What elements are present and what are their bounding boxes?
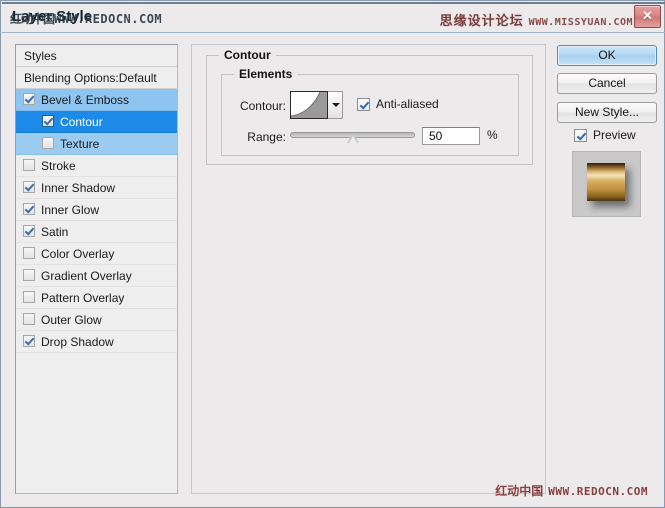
- style-row-bevel-emboss[interactable]: Bevel & Emboss: [16, 89, 177, 111]
- contour-dropdown-arrow[interactable]: [328, 91, 343, 119]
- style-checkbox[interactable]: [23, 225, 35, 237]
- contour-field-label: Contour:: [239, 99, 286, 113]
- style-checkbox[interactable]: [23, 291, 35, 303]
- style-row-label: Satin: [41, 225, 69, 239]
- style-row-label: Contour: [60, 115, 103, 129]
- style-row-label: Pattern Overlay: [41, 291, 125, 305]
- style-row-inner-glow[interactable]: Inner Glow: [16, 199, 177, 221]
- range-unit-label: %: [487, 128, 498, 142]
- contour-curve-icon: [291, 92, 327, 118]
- title-bar: Layer Style 红动中国WWW.REDOCN.COM 思缘设计论坛 WWW…: [2, 2, 665, 33]
- styles-panel-header: Styles: [16, 45, 177, 67]
- style-row-label: Outer Glow: [41, 313, 102, 327]
- style-checkbox[interactable]: [23, 335, 35, 347]
- range-field-label: Range:: [247, 130, 286, 144]
- style-checkbox[interactable]: [23, 247, 35, 259]
- watermark-title-left: 红动中国WWW.REDOCN.COM: [10, 10, 162, 27]
- style-row-gradient-overlay[interactable]: Gradient Overlay: [16, 265, 177, 287]
- contour-preset-swatch[interactable]: [290, 91, 328, 119]
- style-row-color-overlay[interactable]: Color Overlay: [16, 243, 177, 265]
- style-row-label: Gradient Overlay: [41, 269, 132, 283]
- slider-thumb-highlight-icon: [348, 136, 357, 143]
- close-icon: ✕: [642, 8, 653, 23]
- style-row-label: Drop Shadow: [41, 335, 114, 349]
- style-row-label: Stroke: [41, 159, 76, 173]
- range-value-input[interactable]: 50: [422, 127, 480, 145]
- cancel-button[interactable]: Cancel: [557, 73, 657, 94]
- style-preview-swatch: [587, 163, 625, 201]
- elements-group-title: Elements: [234, 67, 298, 81]
- watermark-bottom-en: WWW.REDOCN.COM: [548, 485, 648, 498]
- anti-aliased-label: Anti-aliased: [376, 97, 439, 111]
- watermark-title-right-en: WWW.MISSYUAN.COM: [528, 17, 633, 28]
- style-checkbox[interactable]: [42, 137, 54, 149]
- style-checkbox[interactable]: [23, 181, 35, 193]
- style-row-label: Color Overlay: [41, 247, 115, 261]
- style-row-label: Bevel & Emboss: [41, 93, 130, 107]
- watermark-bottom: 红动中国 WWW.REDOCN.COM: [495, 482, 648, 499]
- range-slider-thumb[interactable]: [346, 132, 360, 144]
- style-checkbox[interactable]: [23, 159, 35, 171]
- style-checkbox[interactable]: [42, 115, 54, 127]
- style-checkbox[interactable]: [23, 93, 35, 105]
- watermark-title-right-cn: 思缘设计论坛: [439, 14, 524, 29]
- style-row-inner-shadow[interactable]: Inner Shadow: [16, 177, 177, 199]
- style-checkbox[interactable]: [23, 313, 35, 325]
- watermark-title-left-en: WWW.REDOCN.COM: [54, 12, 163, 26]
- new-style-button[interactable]: New Style...: [557, 102, 657, 123]
- anti-aliased-checkbox-box[interactable]: [357, 98, 370, 111]
- style-row-outer-glow[interactable]: Outer Glow: [16, 309, 177, 331]
- chevron-down-icon: [332, 103, 340, 107]
- style-row-satin[interactable]: Satin: [16, 221, 177, 243]
- style-row-label: Inner Glow: [41, 203, 100, 217]
- style-row-texture[interactable]: Texture: [16, 133, 177, 155]
- style-row-label: Texture: [60, 137, 100, 151]
- style-row-contour[interactable]: Contour: [16, 111, 177, 133]
- style-row-stroke[interactable]: Stroke: [16, 155, 177, 177]
- styles-list: Bevel & Emboss Contour Texture Stroke Inner …: [16, 89, 177, 353]
- preview-checkbox-box[interactable]: [574, 129, 587, 142]
- style-row-label: Inner Shadow: [41, 181, 116, 195]
- contour-group-title: Contour: [219, 48, 276, 62]
- style-checkbox[interactable]: [23, 203, 35, 215]
- watermark-title-left-cn: 红动中国: [10, 12, 55, 26]
- watermark-title-right: 思缘设计论坛 WWW.MISSYUAN.COM: [440, 10, 633, 29]
- blending-options-row[interactable]: Blending Options:Default: [16, 67, 177, 89]
- style-preview-thumbnail: [572, 151, 641, 217]
- watermark-bottom-cn: 红动中国: [495, 484, 544, 498]
- elements-group: Elements Contour: Anti-aliased Range: 50…: [221, 67, 519, 156]
- close-button[interactable]: ✕: [634, 5, 661, 28]
- contour-group: Contour Elements Contour: Anti-aliased R…: [206, 48, 533, 165]
- preview-label: Preview: [593, 128, 636, 142]
- styles-panel: Styles Blending Options:Default Bevel & …: [15, 44, 178, 494]
- style-checkbox[interactable]: [23, 269, 35, 281]
- style-row-pattern-overlay[interactable]: Pattern Overlay: [16, 287, 177, 309]
- style-row-drop-shadow[interactable]: Drop Shadow: [16, 331, 177, 353]
- ok-button[interactable]: OK: [557, 45, 657, 66]
- layer-style-dialog: Layer Style 红动中国WWW.REDOCN.COM 思缘设计论坛 WWW…: [0, 0, 665, 508]
- contour-settings-panel: Contour Elements Contour: Anti-aliased R…: [191, 44, 546, 494]
